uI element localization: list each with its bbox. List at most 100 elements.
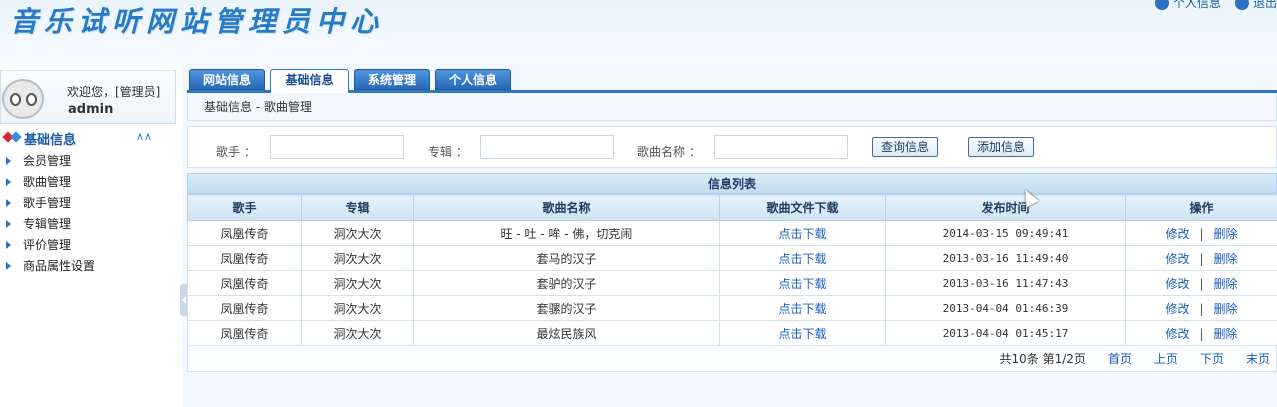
col-publish-time: 发布时间 xyxy=(885,194,1126,221)
delete-link[interactable]: 删除 xyxy=(1214,327,1238,341)
download-link[interactable]: 点击下载 xyxy=(778,277,826,291)
profile-link[interactable]: 个人信息 xyxy=(1154,0,1221,11)
menu-group-icon xyxy=(4,132,24,144)
arrow-right-icon xyxy=(6,261,11,270)
sidebar-item-label: 评价管理 xyxy=(23,238,72,252)
tab-system[interactable]: 系统管理 xyxy=(354,69,430,90)
arrow-right-icon xyxy=(6,219,11,228)
tab-personal[interactable]: 个人信息 xyxy=(435,69,511,90)
download-link[interactable]: 点击下载 xyxy=(778,227,826,241)
user-icon xyxy=(1154,0,1169,10)
info-list: 信息列表 歌手 专辑 歌曲名称 歌曲文件下载 发布时间 操作 凤凰传奇 洞次大次 xyxy=(187,173,1277,372)
sidebar-item-albums[interactable]: 专辑管理 xyxy=(0,213,95,234)
header: 音乐试听网站管理员中心 个人信息 退出 xyxy=(0,0,1277,64)
sidebar-item-label: 商品属性设置 xyxy=(23,259,96,273)
cell-actions: 修改 | 删除 xyxy=(1125,270,1277,296)
download-link[interactable]: 点击下载 xyxy=(778,252,826,266)
arrow-right-icon xyxy=(6,240,11,249)
action-separator: | xyxy=(1199,251,1204,266)
cell-download: 点击下载 xyxy=(719,245,886,271)
edit-link[interactable]: 修改 xyxy=(1165,302,1189,316)
menu-group-label: 基础信息 xyxy=(24,132,77,148)
delete-link[interactable]: 删除 xyxy=(1214,227,1238,241)
singer-label: 歌手 ： xyxy=(216,145,256,159)
last-page-link[interactable]: 末页 xyxy=(1246,350,1270,367)
download-link[interactable]: 点击下载 xyxy=(778,302,826,316)
logout-link[interactable]: 退出 xyxy=(1234,0,1277,11)
sidebar-item-songs[interactable]: 歌曲管理 xyxy=(0,171,95,192)
cell-album: 洞次大次 xyxy=(301,245,414,271)
cell-actions: 修改 | 删除 xyxy=(1125,245,1277,271)
tab-basic-info[interactable]: 基础信息 xyxy=(270,69,349,93)
arrow-right-icon xyxy=(6,177,11,186)
sidebar-item-reviews[interactable]: 评价管理 xyxy=(0,234,95,255)
song-name-label: 歌曲名称 ： xyxy=(637,145,701,159)
delete-link[interactable]: 删除 xyxy=(1214,252,1238,266)
table-row: 凤凰传奇 洞次大次 套马的汉子 点击下载 2013-03-16 11:49:40… xyxy=(187,245,1277,271)
delete-link[interactable]: 删除 xyxy=(1214,302,1238,316)
cell-time: 2013-04-04 01:46:39 xyxy=(885,295,1126,321)
download-link[interactable]: 点击下载 xyxy=(778,327,826,341)
cell-song: 套驴的汉子 xyxy=(413,270,720,296)
cell-singer: 凤凰传奇 xyxy=(187,295,302,321)
sidebar-item-members[interactable]: 会员管理 xyxy=(0,150,95,171)
cell-download: 点击下载 xyxy=(719,220,886,246)
cell-download: 点击下载 xyxy=(719,320,886,346)
sidebar-item-product-attrs[interactable]: 商品属性设置 xyxy=(0,255,95,276)
col-song-name: 歌曲名称 xyxy=(413,194,720,221)
pagination: 共10条 第1/2页 首页 上页 下页 末页 xyxy=(187,346,1277,372)
welcome-text: 欢迎您，[管理员] xyxy=(67,85,161,99)
list-title: 信息列表 xyxy=(187,173,1277,194)
cell-song: 最炫民族风 xyxy=(413,320,720,346)
edit-link[interactable]: 修改 xyxy=(1165,252,1189,266)
username: admin xyxy=(68,102,114,117)
site-title: 音乐试听网站管理员中心 xyxy=(10,5,385,38)
avatar xyxy=(2,79,44,119)
cell-song: 套骡的汉子 xyxy=(413,295,720,321)
cell-download: 点击下载 xyxy=(719,295,886,321)
cell-song: 旺 - 吐 - 哞 - 佛，切克闹 xyxy=(413,220,720,246)
sidebar-item-label: 歌手管理 xyxy=(23,196,72,210)
query-button[interactable]: 查询信息 xyxy=(872,137,939,157)
arrow-right-icon xyxy=(6,198,11,207)
cell-album: 洞次大次 xyxy=(301,295,414,321)
album-input[interactable] xyxy=(480,135,614,159)
collapse-icon[interactable]: ∧∧ xyxy=(136,130,152,143)
action-separator: | xyxy=(1199,301,1204,316)
cell-actions: 修改 | 删除 xyxy=(1125,320,1277,346)
logout-icon xyxy=(1234,0,1249,10)
main-content: 网站信息 基础信息 系统管理 个人信息 基础信息 - 歌曲管理 歌手 ： 专辑 … xyxy=(187,64,1277,407)
user-box: 欢迎您，[管理员] admin xyxy=(0,70,176,124)
tab-bar: 网站信息 基础信息 系统管理 个人信息 xyxy=(187,69,1277,93)
cell-singer: 凤凰传奇 xyxy=(187,245,302,271)
cell-singer: 凤凰传奇 xyxy=(187,320,302,346)
sidebar-item-singers[interactable]: 歌手管理 xyxy=(0,192,95,213)
singer-input[interactable] xyxy=(270,135,404,159)
logout-link-label: 退出 xyxy=(1252,0,1277,10)
cell-album: 洞次大次 xyxy=(301,270,414,296)
prev-page-link[interactable]: 上页 xyxy=(1154,350,1178,367)
add-button[interactable]: 添加信息 xyxy=(968,137,1035,157)
song-name-input[interactable] xyxy=(714,135,848,159)
delete-link[interactable]: 删除 xyxy=(1214,277,1238,291)
top-links: 个人信息 退出 xyxy=(1154,0,1277,11)
cell-song: 套马的汉子 xyxy=(413,245,720,271)
cell-singer: 凤凰传奇 xyxy=(187,270,302,296)
avatar-eye-right xyxy=(26,93,37,106)
table-row: 凤凰传奇 洞次大次 最炫民族风 点击下载 2013-04-04 01:45:17… xyxy=(187,320,1277,346)
table-row: 凤凰传奇 洞次大次 套骡的汉子 点击下载 2013-04-04 01:46:39… xyxy=(187,295,1277,321)
first-page-link[interactable]: 首页 xyxy=(1108,350,1132,367)
edit-link[interactable]: 修改 xyxy=(1165,277,1189,291)
edit-link[interactable]: 修改 xyxy=(1165,227,1189,241)
cell-time: 2013-03-16 11:47:43 xyxy=(885,270,1126,296)
action-separator: | xyxy=(1199,276,1204,291)
sidebar-item-label: 歌曲管理 xyxy=(23,175,72,189)
next-page-link[interactable]: 下页 xyxy=(1200,350,1224,367)
profile-link-label: 个人信息 xyxy=(1172,0,1221,10)
sidebar: 欢迎您，[管理员] admin 基础信息 ∧∧ 会员管理 歌曲管理 歌手管理 专… xyxy=(0,64,182,407)
edit-link[interactable]: 修改 xyxy=(1165,327,1189,341)
menu-group-basic-info[interactable]: 基础信息 ∧∧ xyxy=(0,128,160,148)
arrow-right-icon xyxy=(6,156,11,165)
table-header-row: 歌手 专辑 歌曲名称 歌曲文件下载 发布时间 操作 xyxy=(187,194,1277,221)
tab-site-info[interactable]: 网站信息 xyxy=(189,69,265,90)
